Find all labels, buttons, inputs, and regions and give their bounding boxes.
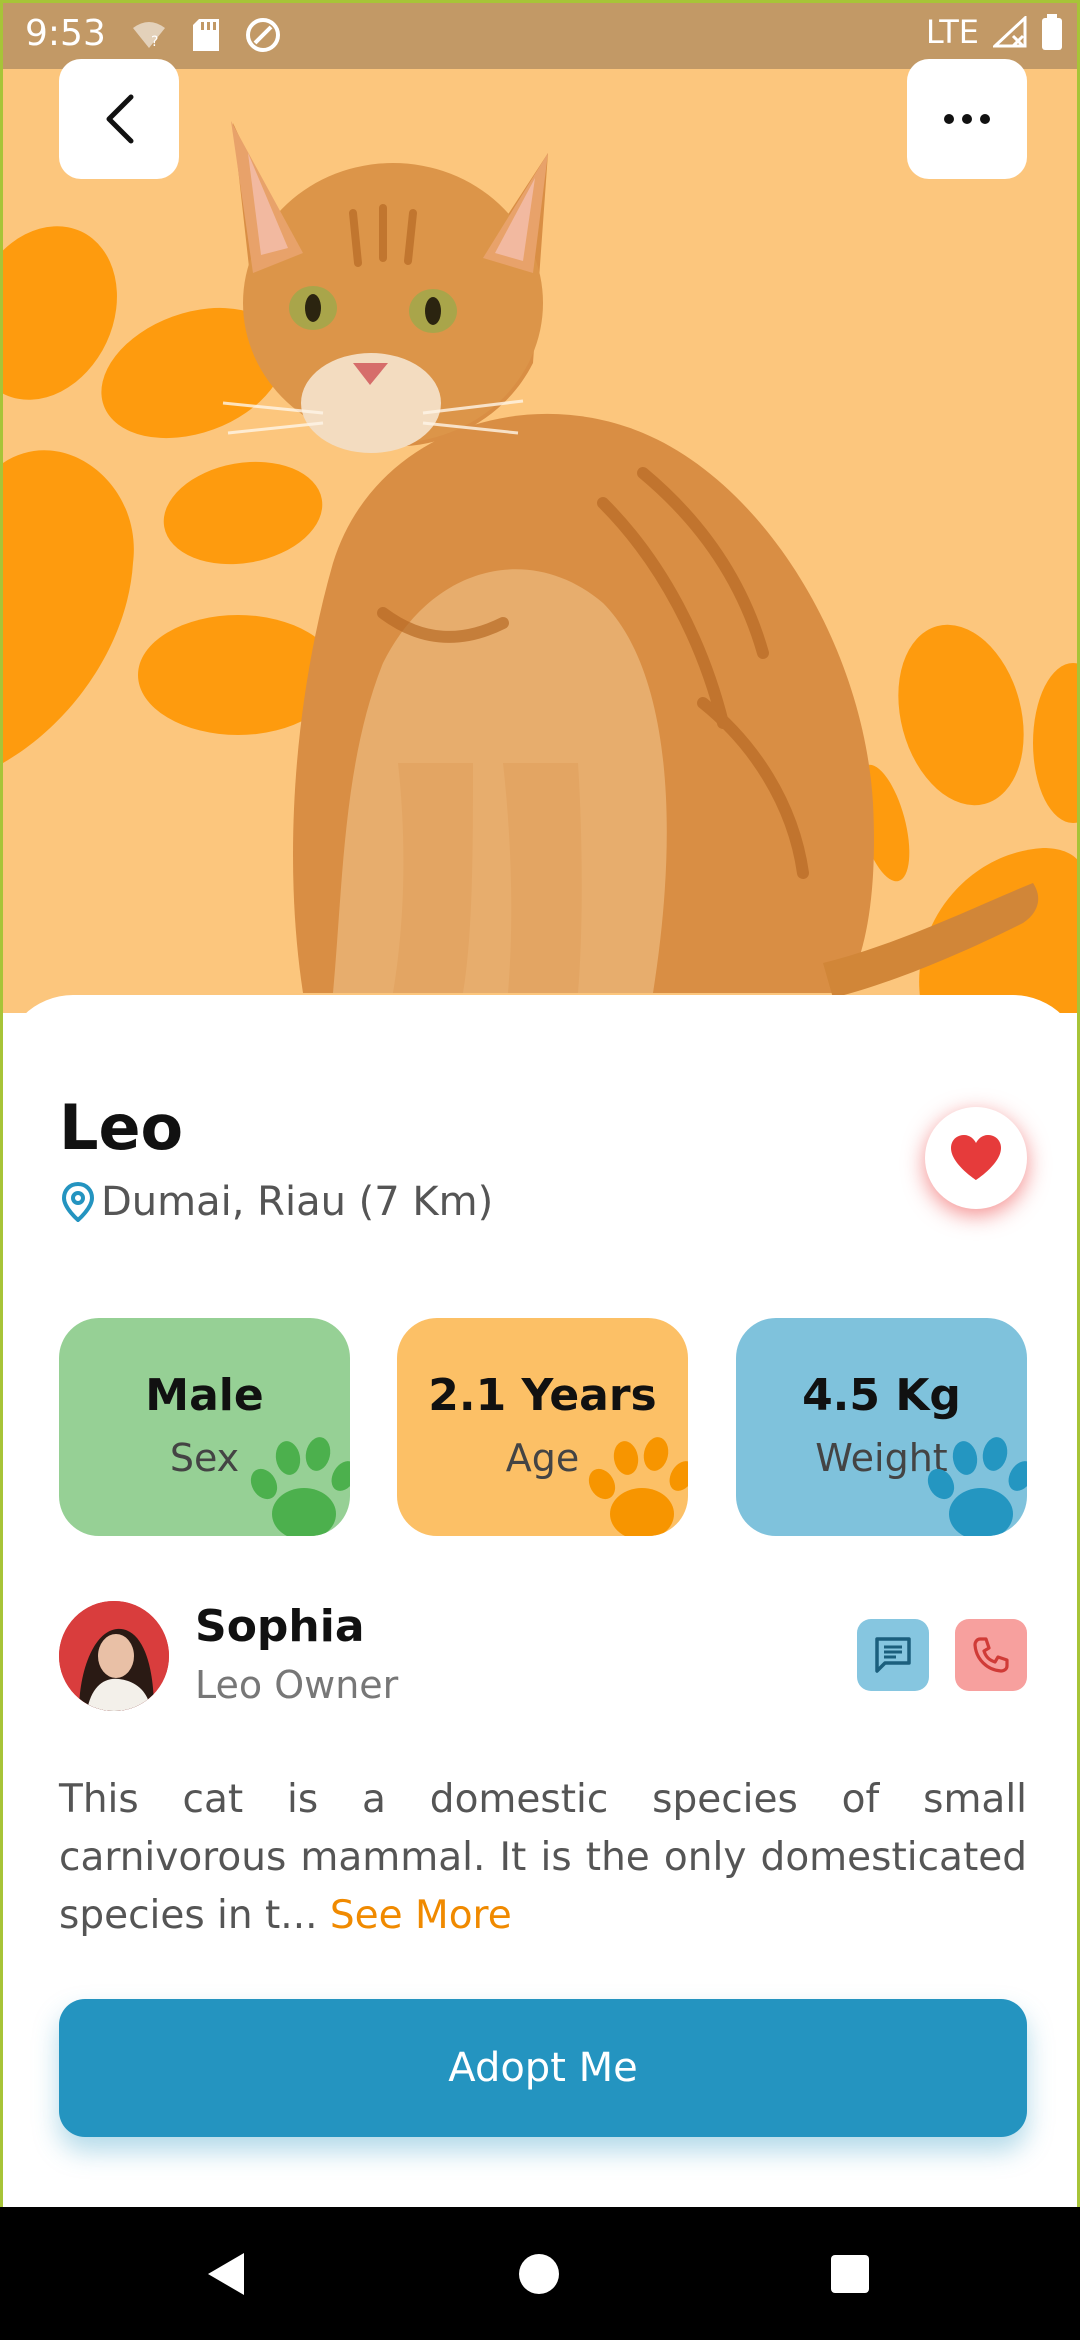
message-button[interactable] (857, 1619, 929, 1691)
stat-card-age: 2.1 Years Age (397, 1318, 688, 1536)
owner-role: Leo Owner (195, 1663, 399, 1707)
status-left-icons: ? (131, 17, 281, 53)
status-bar: 9:53 ? LTE (3, 3, 1077, 69)
paw-icon (927, 1437, 1027, 1536)
pet-description: This cat is a domestic species of small … (59, 1771, 1027, 1945)
more-button[interactable] (907, 59, 1027, 179)
description-text: This cat is a domestic species of small … (59, 1777, 1027, 1938)
stat-value: 2.1 Years (428, 1370, 657, 1421)
more-horizontal-icon (944, 114, 990, 124)
paw-icon (588, 1437, 688, 1536)
paw-icon (250, 1437, 350, 1536)
stat-card-weight: 4.5 Kg Weight (736, 1318, 1027, 1536)
avatar-image (59, 1601, 169, 1711)
system-nav-bar (0, 2207, 1080, 2340)
nav-back-icon[interactable] (204, 2251, 248, 2297)
sync-icon (246, 18, 280, 52)
nav-home-icon[interactable] (518, 2253, 560, 2295)
see-more-link[interactable]: See More (330, 1893, 512, 1938)
back-button[interactable] (59, 59, 179, 179)
app-frame: 9:53 ? LTE Leo Dumai, Riau (7 Km) Male S… (0, 0, 1080, 2340)
chevron-left-icon (106, 94, 134, 144)
svg-text:?: ? (151, 34, 158, 50)
adopt-button[interactable]: Adopt Me (59, 1999, 1027, 2137)
battery-icon (1042, 14, 1062, 50)
signal-icon (993, 16, 1027, 48)
owner-name: Sophia (195, 1601, 365, 1652)
status-time: 9:53 (25, 13, 106, 54)
heart-icon (951, 1135, 1001, 1180)
pet-photo: 9:53 ? LTE (3, 3, 1077, 1013)
favorite-button[interactable] (925, 1107, 1027, 1209)
location-pin-icon (61, 1182, 95, 1222)
stat-card-sex: Male Sex (59, 1318, 350, 1536)
location-text: Dumai, Riau (7 Km) (101, 1179, 494, 1225)
phone-icon (973, 1637, 1009, 1673)
owner-avatar[interactable] (59, 1601, 169, 1711)
sd-card-icon (193, 19, 219, 51)
pet-name: Leo (59, 1091, 184, 1164)
stat-value: Male (145, 1370, 264, 1421)
network-type: LTE (925, 13, 979, 51)
call-button[interactable] (955, 1619, 1027, 1691)
nav-recents-icon[interactable] (830, 2254, 870, 2294)
stat-value: 4.5 Kg (802, 1370, 961, 1421)
pet-location: Dumai, Riau (7 Km) (61, 1179, 493, 1225)
message-icon (875, 1637, 911, 1673)
wifi-question-icon: ? (133, 22, 165, 50)
status-right-icons: LTE (926, 13, 1063, 51)
